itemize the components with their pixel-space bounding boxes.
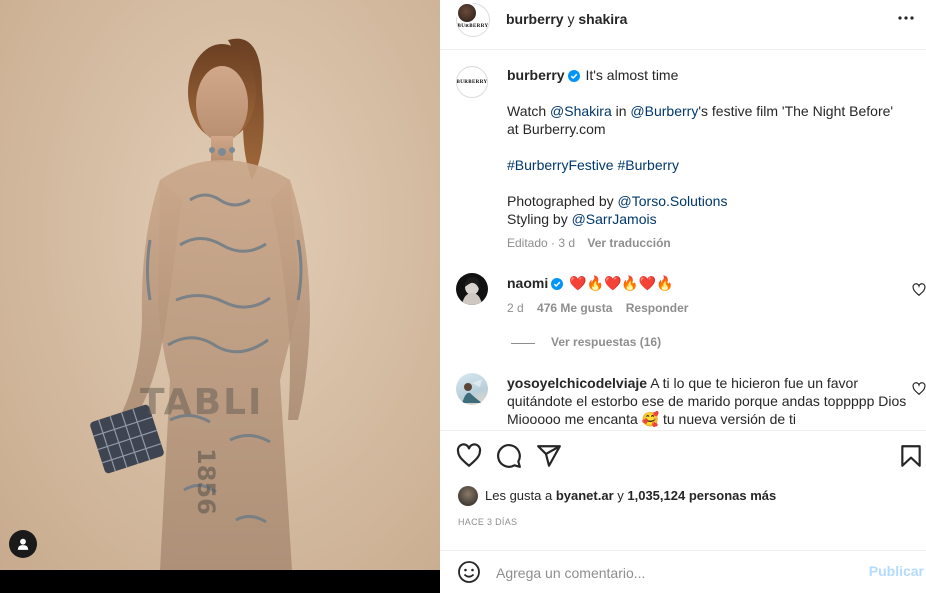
comment-naomi: naomi ❤️🔥❤️🔥❤️🔥 xyxy=(507,274,907,292)
caption-text: in xyxy=(611,103,631,119)
comment-text: ❤️🔥❤️🔥❤️🔥 xyxy=(569,275,674,291)
caption-text: Styling by xyxy=(507,211,572,227)
liker-avatar[interactable] xyxy=(458,486,478,506)
avatar-photo-icon xyxy=(462,277,482,305)
mention-link[interactable]: @Burberry xyxy=(630,103,698,119)
comment-icon[interactable] xyxy=(496,443,522,469)
bookmark-icon[interactable] xyxy=(898,443,924,469)
tagged-user-button[interactable] xyxy=(9,530,37,558)
send-icon[interactable] xyxy=(536,443,562,469)
comment-avatar[interactable] xyxy=(456,373,488,405)
post-date: HACE 3 DÍAS xyxy=(458,517,518,527)
likes-text: Les gusta a xyxy=(485,488,556,503)
caption-credits-photo: Photographed by @Torso.Solutions xyxy=(507,192,907,210)
caption-headline: burberry It's almost time xyxy=(507,66,907,84)
caption-hashtags: #BurberryFestive #Burberry xyxy=(507,156,907,174)
liker-username[interactable]: byanet.ar xyxy=(556,488,614,503)
hashtag-link[interactable]: #BurberryFestive xyxy=(507,157,614,173)
comment-input[interactable] xyxy=(496,561,856,585)
mention-link[interactable]: @SarrJamois xyxy=(572,211,657,227)
mention-link[interactable]: @Torso.Solutions xyxy=(618,193,728,209)
dress-figure-illustration xyxy=(90,38,310,570)
header-account-link[interactable]: burberry xyxy=(506,11,564,27)
comment-username[interactable]: naomi xyxy=(507,275,548,291)
dress-print-text: TABLI xyxy=(140,382,264,423)
comment-time: 2 d xyxy=(507,301,524,315)
verified-badge-icon xyxy=(551,278,564,290)
caption-credits-styling: Styling by @SarrJamois xyxy=(507,210,907,228)
comments-section[interactable]: BURBERRY burberry It's almost time Watch… xyxy=(440,51,926,430)
more-options-button[interactable] xyxy=(894,8,918,28)
view-replies-button[interactable]: Ver respuestas (16) xyxy=(551,335,661,349)
comment-like-icon[interactable] xyxy=(912,283,926,297)
collaborator-avatar[interactable] xyxy=(456,2,478,24)
caption-line-watch: Watch @Shakira in @Burberry's festive fi… xyxy=(507,102,907,138)
likes-summary: Les gusta a byanet.ar y 1,035,124 person… xyxy=(485,488,776,503)
comment-likes[interactable]: 476 Me gusta xyxy=(537,301,612,315)
caption-username[interactable]: burberry xyxy=(507,67,565,83)
user-icon xyxy=(17,538,29,550)
comment-user3: yosoyelchicodelviaje A ti lo que te hici… xyxy=(507,374,907,428)
avatar-brand-text: BURBERRY xyxy=(456,79,488,85)
mention-link[interactable]: @Shakira xyxy=(550,103,612,119)
emoji-icon[interactable] xyxy=(457,560,481,584)
caption-edited: Editado · 3 d xyxy=(507,236,576,250)
comment-username[interactable]: yosoyelchicodelviaje xyxy=(507,375,647,391)
header-title: burberry y shakira xyxy=(506,11,627,27)
header-collaborator-link[interactable]: shakira xyxy=(578,11,627,27)
caption-text: Watch xyxy=(507,103,551,119)
verified-badge-icon xyxy=(567,70,580,82)
likes-count-link[interactable]: 1,035,124 personas más xyxy=(627,488,776,503)
translate-link[interactable]: Ver traducción xyxy=(587,236,670,250)
post-details-panel: BURBERRY burberry y shakira BURBERRY bur… xyxy=(440,0,926,593)
hashtag-link[interactable]: #Burberry xyxy=(617,157,678,173)
header-connector: y xyxy=(563,11,579,27)
comment-composer: Publicar xyxy=(440,550,926,593)
comment-like-icon[interactable] xyxy=(912,382,926,396)
caption-meta: Editado · 3 d Ver traducción xyxy=(507,236,671,250)
post-comment-button[interactable]: Publicar xyxy=(869,563,924,579)
caption-avatar[interactable]: BURBERRY xyxy=(456,66,488,98)
avatar-photo-icon xyxy=(462,379,482,403)
comment-meta: 2 d 476 Me gusta Responder xyxy=(507,301,688,315)
caption-headline-text: It's almost time xyxy=(585,67,679,83)
reply-button[interactable]: Responder xyxy=(626,301,689,315)
replies-divider xyxy=(511,343,535,344)
dress-year-text: 1856 xyxy=(192,448,220,515)
avatar-brand-text: BURBERRY xyxy=(457,23,489,29)
post-photo: TABLI 1856 xyxy=(0,0,440,570)
caption-text: Photographed by xyxy=(507,193,618,209)
photo-bottom-strip xyxy=(0,570,440,593)
likes-text: y xyxy=(613,488,628,503)
post-actions: Les gusta a byanet.ar y 1,035,124 person… xyxy=(440,430,926,550)
heart-icon[interactable] xyxy=(456,443,482,469)
more-horizontal-icon xyxy=(898,16,914,20)
post-header: BURBERRY burberry y shakira xyxy=(440,0,926,50)
comment-avatar[interactable] xyxy=(456,273,488,305)
